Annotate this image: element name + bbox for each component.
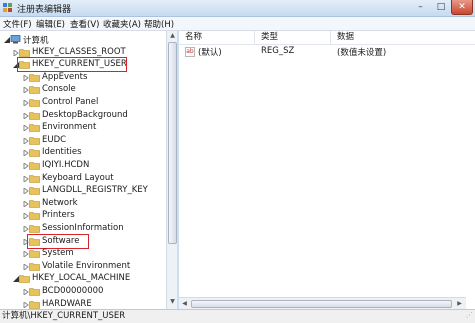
folder-icon: [29, 124, 40, 132]
tree-item-label: SessionInformation: [42, 223, 124, 233]
column-header-type[interactable]: 类型: [255, 31, 331, 44]
folder-icon: [29, 73, 40, 82]
scroll-right-icon[interactable]: ▶: [455, 300, 464, 307]
folder-icon: [19, 275, 30, 284]
tree-item-label: IQIYI.HCDN: [42, 160, 90, 170]
menu-favorites[interactable]: 收藏夹(A): [103, 18, 141, 30]
hscroll-thumb[interactable]: [191, 300, 452, 308]
tree-item-label: Environment: [42, 122, 97, 133]
menu-view[interactable]: 查看(V): [70, 18, 99, 30]
registry-tree[interactable]: 计算机 HKEY_CLASSES_ROOT HKEY_CURRENT_USER App…: [0, 31, 177, 309]
ab-string-icon: ab: [185, 47, 195, 57]
tree-item-label: AppEvents: [42, 71, 88, 82]
tree-item-label: HKEY_LOCAL_MACHINE: [32, 273, 131, 284]
folder-icon: [29, 225, 40, 233]
close-button[interactable]: ✕: [451, 0, 473, 15]
tree-item-label: Control Panel: [42, 97, 99, 107]
value-data: (数值未设置): [337, 48, 387, 58]
scroll-up-icon[interactable]: ▲: [167, 32, 178, 39]
tree-item-label: LANGDLL_REGISTRY_KEY: [42, 185, 148, 196]
folder-icon: [29, 111, 40, 120]
column-header-name[interactable]: 名称: [179, 31, 255, 44]
computer-icon: [10, 35, 21, 44]
tree-item-label: DesktopBackground: [42, 109, 128, 120]
title-bar: 注册表编辑器 – □ ✕: [0, 0, 475, 17]
folder-icon: [29, 212, 40, 221]
tree-item-label: BCD00000000: [42, 286, 104, 296]
tree-item-label: Keyboard Layout: [42, 172, 114, 183]
tree-vertical-scrollbar[interactable]: ▲ ▼: [166, 31, 177, 309]
tree-item-label: Identities: [42, 147, 82, 158]
folder-icon: [29, 300, 40, 309]
folder-icon: [29, 250, 40, 258]
scroll-down-icon[interactable]: ▼: [167, 298, 178, 305]
tree-item-label: Console: [42, 84, 76, 95]
column-header-data[interactable]: 数据: [331, 31, 475, 44]
folder-icon: [29, 199, 40, 208]
tree-item-label: HKEY_CLASSES_ROOT: [32, 46, 126, 57]
minimize-button[interactable]: –: [410, 0, 431, 15]
tree-item-label: EUDC: [42, 134, 67, 145]
header-divider: [179, 44, 475, 45]
folder-icon: [29, 99, 40, 107]
tree-item-label: Network: [42, 197, 78, 208]
folder-icon: [29, 288, 40, 296]
folder-icon: [29, 187, 40, 195]
tree-item-label: 计算机: [23, 36, 49, 46]
highlight-box: [27, 233, 90, 249]
menu-file[interactable]: 文件(F): [3, 18, 32, 30]
folder-icon: [29, 136, 40, 145]
folder-icon: [29, 149, 40, 158]
folder-icon: [29, 262, 40, 271]
tree-item-label: HARDWARE: [42, 298, 92, 309]
value-name[interactable]: (默认): [198, 46, 222, 58]
values-horizontal-scrollbar[interactable]: ◀ ▶: [179, 297, 466, 309]
folder-icon: [19, 48, 30, 57]
tree-item-label: System: [42, 248, 74, 259]
menu-edit[interactable]: 编辑(E): [36, 18, 65, 30]
folder-icon: [29, 86, 40, 95]
registry-editor-icon: [3, 3, 12, 12]
menu-help[interactable]: 帮助(H): [144, 18, 174, 30]
tree-item-label: Volatile Environment: [42, 260, 131, 271]
status-path: 计算机\HKEY_CURRENT_USER: [2, 311, 126, 321]
highlight-box: [17, 57, 128, 73]
status-bar: 计算机\HKEY_CURRENT_USER ⋰: [0, 309, 475, 323]
values-pane[interactable]: 名称 类型 数据 ab (默认) REG_SZ (数值未设置): [179, 31, 475, 309]
value-type: REG_SZ: [261, 46, 295, 56]
resize-grip-icon[interactable]: ⋰: [466, 309, 473, 322]
scroll-left-icon[interactable]: ◀: [180, 300, 189, 307]
maximize-button[interactable]: □: [431, 0, 451, 15]
folder-icon: [29, 174, 40, 183]
scroll-thumb[interactable]: [168, 42, 177, 244]
tree-item-label: Printers: [42, 210, 75, 221]
folder-icon: [29, 162, 40, 170]
menu-bar: 文件(F) 编辑(E) 查看(V) 收藏夹(A) 帮助(H): [0, 17, 475, 31]
window-title: 注册表编辑器: [17, 5, 72, 15]
